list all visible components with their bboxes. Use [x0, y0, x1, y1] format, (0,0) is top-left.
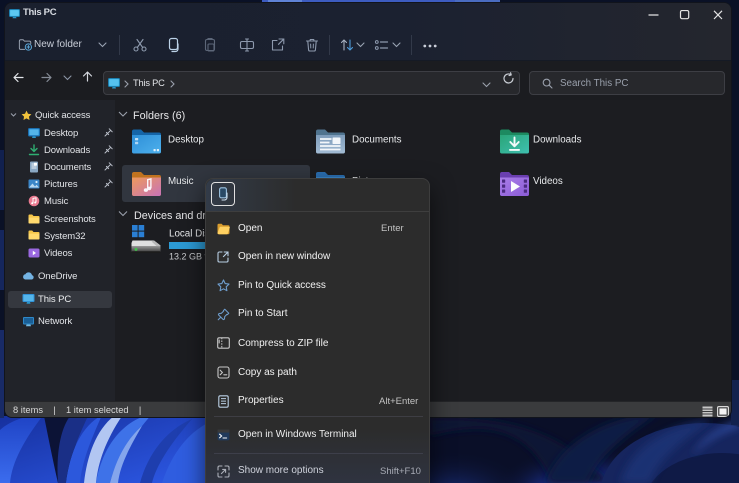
svg-text:Folders (6): Folders (6) — [133, 110, 185, 122]
svg-text:Documents: Documents — [352, 135, 402, 146]
svg-text:Downloads: Downloads — [533, 135, 582, 146]
svg-text:Videos: Videos — [533, 176, 563, 187]
svg-text:Music: Music — [168, 176, 194, 187]
svg-text:Desktop: Desktop — [168, 135, 204, 146]
